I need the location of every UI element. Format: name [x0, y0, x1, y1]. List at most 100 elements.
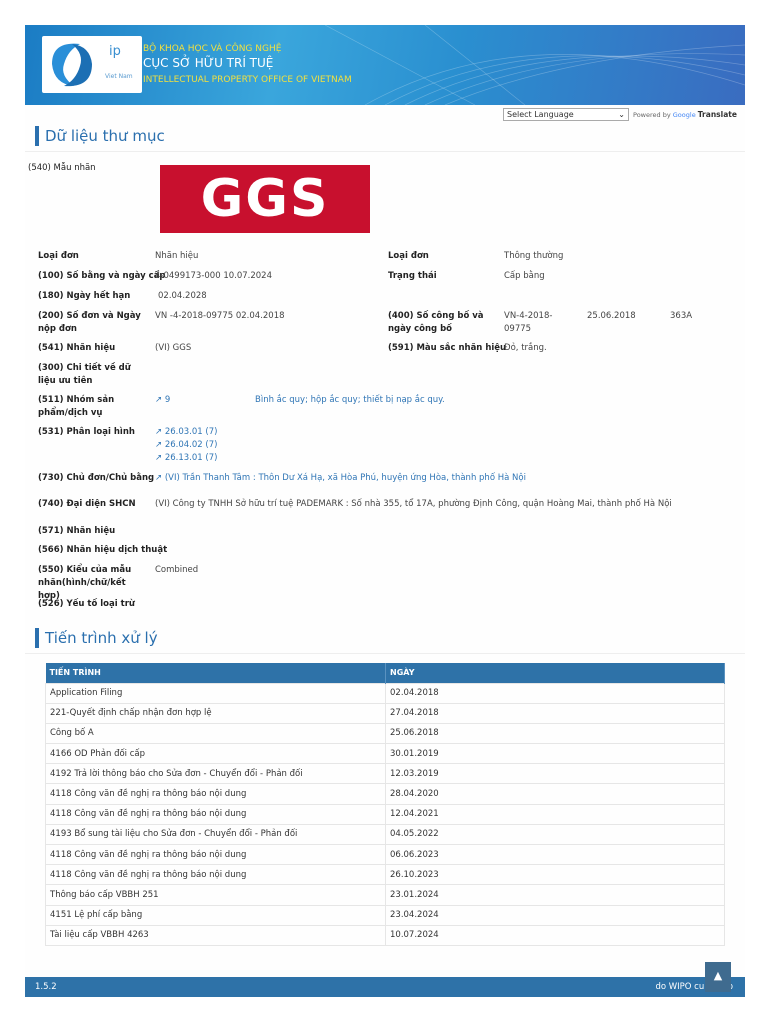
status-value: Cấp bằng	[504, 271, 545, 281]
field-label: (571) Nhãn hiệu	[38, 526, 116, 536]
field-label: (591) Màu sắc nhãn hiệu	[388, 343, 507, 353]
process-step: Công bố A	[45, 722, 386, 745]
expiry-date: 02.04.2028	[158, 291, 207, 301]
process-date: 28.04.2020	[385, 783, 725, 805]
process-date: 10.07.2024	[385, 924, 725, 946]
field-label: (180) Ngày hết hạn	[38, 291, 131, 301]
page: ip Viet Nam BỘ KHOA HỌC VÀ CÔNG NGHỆ CỤC…	[25, 25, 745, 997]
version-text: 1.5.2	[35, 982, 57, 992]
process-step: 4118 Công văn đề nghị ra thông báo nội d…	[45, 783, 386, 805]
column-header-process: TIẾN TRÌNH	[45, 663, 386, 683]
divider	[25, 653, 745, 654]
process-date: 12.04.2021	[385, 803, 725, 825]
publication-number: VN-4-2018-09775	[504, 311, 553, 334]
vienna-class: 26.04.02 (7)	[164, 440, 218, 450]
field-label: (740) Đại diện SHCN	[38, 499, 136, 509]
mark-type: Combined	[155, 565, 199, 575]
logo-ip-text: ip	[109, 44, 121, 59]
mark-name: (VI) GGS	[155, 343, 192, 353]
external-link-icon: ↗	[155, 395, 163, 405]
process-date: 25.06.2018	[385, 722, 725, 745]
field-label: (531) Phân loại hình	[38, 427, 135, 437]
table-row: 4193 Bổ sung tài liệu cho Sửa đơn - Chuy…	[45, 823, 725, 846]
translate-link[interactable]: Translate	[698, 110, 737, 119]
owner-link[interactable]: ↗ (VI) Trần Thanh Tâm : Thôn Dư Xá Hạ, x…	[155, 472, 526, 485]
powered-by-text: Powered by	[633, 111, 671, 119]
field-label: (200) Số đơn và Ngày nộp đơn	[38, 311, 141, 334]
process-step: 4151 Lệ phí cấp bằng	[45, 904, 386, 926]
vienna-class: 26.13.01 (7)	[164, 453, 218, 463]
process-table: TIẾN TRÌNH NGÀY Application Filing 02.04.2…	[45, 663, 725, 946]
process-date: 27.04.2018	[385, 702, 725, 724]
vienna-class-link[interactable]: ↗ 26.03.01 (7)	[155, 426, 217, 439]
field-label: Trạng thái	[388, 271, 437, 281]
field-label: (566) Nhãn hiệu dịch thuật	[38, 545, 168, 555]
field-label: (541) Nhãn hiệu	[38, 343, 116, 353]
table-row: Thông báo cấp VBBH 251 23.01.2024	[45, 884, 725, 906]
table-row: 4118 Công văn đề nghị ra thông báo nội d…	[45, 864, 725, 886]
field-label: (300) Chi tiết về dữ liệu ưu tiên	[38, 363, 131, 386]
table-row: Tài liệu cấp VBBH 4263 10.07.2024	[45, 924, 725, 946]
trademark-logo-text: GGS	[200, 169, 330, 229]
process-date: 23.01.2024	[385, 884, 725, 906]
table-row: 4118 Công văn đề nghị ra thông báo nội d…	[45, 803, 725, 825]
chevron-down-icon: ⌄	[618, 110, 625, 119]
process-step: 4193 Bổ sung tài liệu cho Sửa đơn - Chuy…	[45, 823, 386, 846]
goods-description: Bình ắc quy; hộp ắc quy; thiết bị nạp ắc…	[255, 395, 445, 405]
field-label: Loại đơn	[388, 251, 429, 261]
vienna-class-link[interactable]: ↗ 26.04.02 (7)	[155, 439, 217, 452]
process-date: 23.04.2024	[385, 904, 725, 926]
gazette-number: 363A	[670, 311, 693, 321]
vienna-class-link[interactable]: ↗ 26.13.01 (7)	[155, 452, 217, 465]
field-label: Loại đơn	[38, 251, 79, 261]
field-label: (400) Số công bố và ngày công bố	[388, 311, 484, 334]
owner-value: (VI) Trần Thanh Tâm : Thôn Dư Xá Hạ, xã …	[164, 473, 526, 483]
field-value: Nhãn hiệu	[155, 251, 199, 261]
process-date: 02.04.2018	[385, 682, 725, 704]
table-row: 221-Quyết định chấp nhận đơn hợp lệ 27.04…	[45, 702, 725, 724]
process-step: Thông báo cấp VBBH 251	[45, 884, 386, 906]
process-date: 26.10.2023	[385, 864, 725, 886]
field-label: (526) Yếu tố loại trừ	[38, 599, 135, 609]
ip-vietnam-logo[interactable]: ip Viet Nam	[42, 36, 142, 93]
nice-class-link[interactable]: ↗ 9	[155, 394, 170, 407]
language-select-value: Select Language	[507, 110, 574, 119]
office-name: CỤC SỞ HỮU TRÍ TUỆ	[143, 56, 274, 70]
ministry-name: BỘ KHOA HỌC VÀ CÔNG NGHỆ	[143, 44, 282, 54]
application-number: VN -4-2018-09775 02.04.2018	[155, 311, 285, 321]
table-row: Công bố A 25.06.2018	[45, 722, 725, 745]
table-row: Application Filing 02.04.2018	[45, 682, 725, 704]
process-step: 221-Quyết định chấp nhận đơn hợp lệ	[45, 702, 386, 724]
language-select[interactable]: Select Language ⌄	[503, 108, 629, 121]
process-step: 4118 Công văn đề nghị ra thông báo nội d…	[45, 864, 386, 886]
column-header-date: NGÀY	[385, 663, 725, 683]
process-step: Application Filing	[45, 682, 386, 704]
process-date: 06.06.2023	[385, 843, 725, 866]
field-label: (511) Nhóm sản phẩm/dịch vụ	[38, 395, 115, 418]
publication-date: 25.06.2018	[587, 311, 636, 321]
arrow-up-icon: ▲	[713, 969, 723, 982]
table-row: 4118 Công văn đề nghị ra thông báo nội d…	[45, 783, 725, 805]
table-header-row: TIẾN TRÌNH NGÀY	[45, 663, 725, 683]
section-title-process: Tiến trình xử lý	[35, 628, 158, 648]
process-date: 30.01.2019	[385, 743, 725, 765]
process-step: 4118 Công văn đề nghị ra thông báo nội d…	[45, 803, 386, 825]
office-name-en: INTELLECTUAL PROPERTY OFFICE OF VIETNAM	[143, 75, 352, 85]
nice-class: 9	[164, 395, 171, 405]
table-row: 4118 Công văn đề nghị ra thông báo nội d…	[45, 843, 725, 866]
vienna-class: 26.03.01 (7)	[164, 427, 218, 437]
process-date: 12.03.2019	[385, 763, 725, 785]
table-row: 4151 Lệ phí cấp bằng 23.04.2024	[45, 904, 725, 926]
google-text: Google	[672, 111, 696, 119]
section-title-bibliographic: Dữ liệu thư mục	[35, 126, 165, 146]
field-label: (730) Chủ đơn/Chủ bằng	[38, 473, 155, 483]
footer: 1.5.2 do WIPO cung cấp	[25, 977, 745, 997]
process-step: 4192 Trả lời thông báo cho Sửa đơn - Chu…	[45, 763, 386, 785]
trademark-image: GGS	[160, 165, 370, 233]
header-banner: ip Viet Nam BỘ KHOA HỌC VÀ CÔNG NGHỆ CỤC…	[25, 25, 745, 105]
scroll-to-top-button[interactable]: ▲	[705, 962, 731, 992]
process-date: 04.05.2022	[385, 823, 725, 846]
logo-vn-text: Viet Nam	[105, 73, 133, 80]
table-row: 4192 Trả lời thông báo cho Sửa đơn - Chu…	[45, 763, 725, 785]
process-step: 4166 OD Phản đối cấp	[45, 743, 386, 765]
